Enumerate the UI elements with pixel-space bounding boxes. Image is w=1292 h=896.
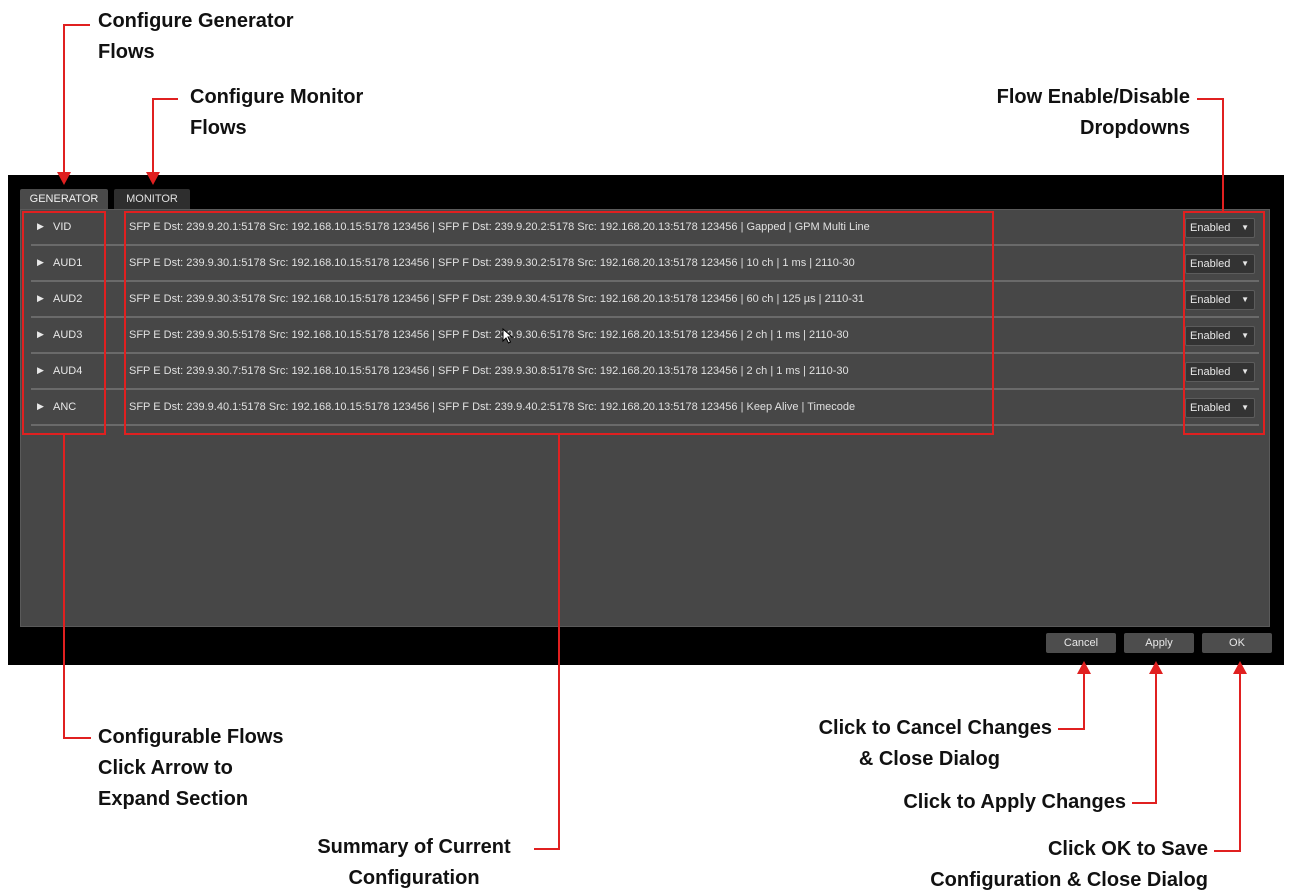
dropdowns-leader-line (1222, 98, 1224, 211)
ok-button[interactable]: OK (1202, 633, 1272, 653)
flows-leader-line (63, 737, 91, 739)
dropdowns-highlight-box (1183, 211, 1265, 435)
arrow-down-icon (57, 172, 71, 185)
generator-leader-line (63, 24, 90, 26)
ok-leader-line (1239, 672, 1241, 852)
annotation-summary: Summary of Current Configuration (317, 836, 511, 889)
dropdowns-leader-line (1197, 98, 1224, 100)
flows-highlight-box (22, 211, 106, 435)
annotation-cancel: Click to Cancel Changes & Close Dialog (818, 717, 1052, 770)
tab-monitor[interactable]: MONITOR (114, 189, 190, 209)
cancel-leader-line (1083, 672, 1085, 730)
annotation-apply: Click to Apply Changes (903, 791, 1126, 813)
summary-leader-line (534, 848, 560, 850)
apply-leader-line (1132, 802, 1157, 804)
annotation-configure-generator: Configure Generator Flows (98, 10, 294, 63)
annotation-configure-monitor: Configure Monitor Flows (190, 86, 364, 139)
summary-leader-line (558, 435, 560, 850)
tab-generator[interactable]: GENERATOR (20, 189, 108, 209)
apply-button[interactable]: Apply (1124, 633, 1194, 653)
arrow-down-icon (146, 172, 160, 185)
apply-leader-line (1155, 672, 1157, 804)
annotation-ok: Click OK to Save Configuration & Close D… (930, 838, 1208, 891)
monitor-leader-line (152, 98, 178, 100)
cancel-leader-line (1058, 728, 1085, 730)
monitor-leader-line (152, 98, 154, 172)
annotation-dropdowns: Flow Enable/Disable Dropdowns (996, 86, 1190, 139)
flows-leader-line (63, 435, 65, 739)
annotation-configurable-flows: Configurable Flows Click Arrow to Expand… (98, 726, 284, 810)
ok-leader-line (1214, 850, 1241, 852)
generator-leader-line (63, 24, 65, 172)
summary-highlight-box (124, 211, 994, 435)
cancel-button[interactable]: Cancel (1046, 633, 1116, 653)
